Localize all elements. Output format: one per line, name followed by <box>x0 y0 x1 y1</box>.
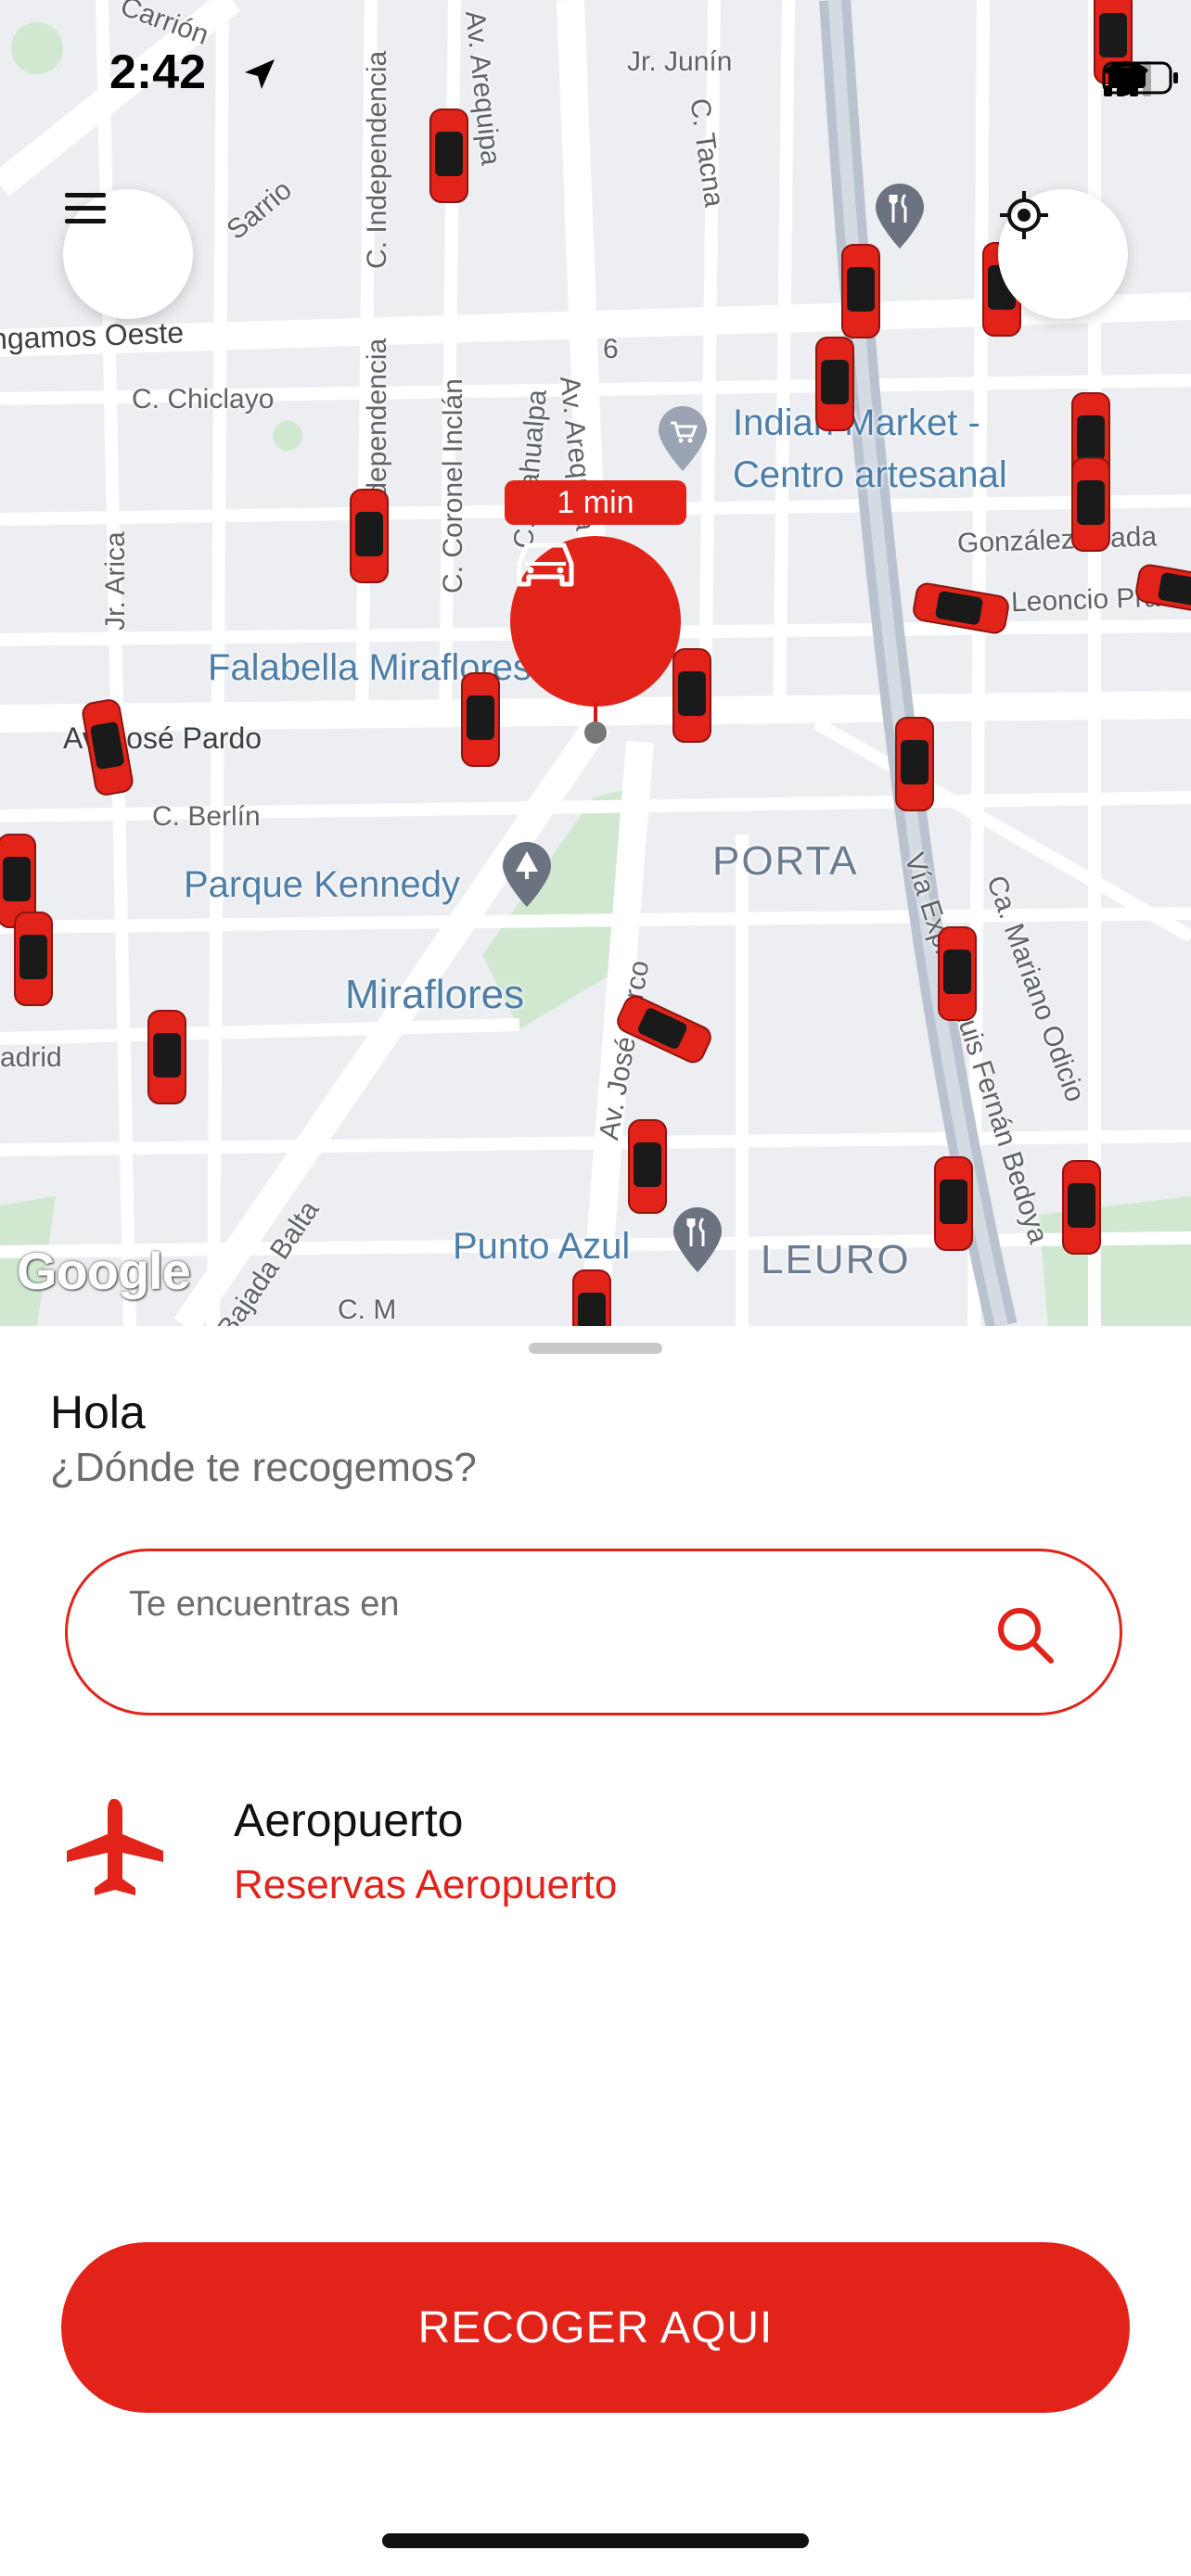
airport-option-subtitle[interactable]: Reservas Aeropuerto <box>234 1862 617 1908</box>
pickup-pin[interactable] <box>510 536 681 707</box>
car-marker <box>938 926 977 1021</box>
bottom-sheet: Hola ¿Dónde te recogemos? Te encuentras … <box>0 1326 1191 2576</box>
greeting: Hola <box>50 1386 146 1438</box>
car-marker <box>934 1156 973 1251</box>
my-location-icon <box>1000 191 1048 239</box>
car-marker <box>1071 457 1110 552</box>
home-indicator <box>382 2533 809 2548</box>
battery-icon <box>1102 61 1178 95</box>
search-icon[interactable] <box>992 1601 1058 1668</box>
car-marker <box>82 699 134 796</box>
car-marker <box>617 995 711 1064</box>
pin-location-dot <box>584 721 607 744</box>
airport-option-title[interactable]: Aeropuerto <box>234 1793 463 1847</box>
my-location-button[interactable] <box>998 189 1128 319</box>
menu-icon <box>65 193 106 223</box>
car-icon <box>517 542 574 587</box>
sheet-drag-handle[interactable] <box>529 1343 662 1354</box>
car-marker <box>841 244 880 338</box>
search-field-label: Te encuentras en <box>129 1585 400 1624</box>
car-marker <box>461 672 500 767</box>
google-attribution: Google <box>17 1242 191 1300</box>
car-marker <box>672 648 711 743</box>
pickup-search-field[interactable]: Te encuentras en <box>65 1549 1122 1715</box>
car-marker <box>1135 564 1191 616</box>
menu-button[interactable] <box>63 189 193 319</box>
car-marker <box>350 489 389 583</box>
car-marker <box>429 108 468 203</box>
car-marker <box>913 582 1009 634</box>
car-marker <box>14 912 53 1006</box>
car-marker <box>815 337 854 431</box>
car-marker <box>1062 1160 1101 1255</box>
car-marker <box>895 717 934 811</box>
location-arrow-icon <box>245 59 275 89</box>
eta-badge: 1 min <box>505 480 686 525</box>
car-marker <box>628 1119 667 1214</box>
pickup-question: ¿Dónde te recogemos? <box>50 1445 477 1490</box>
pickup-here-button[interactable]: RECOGER AQUI <box>61 2242 1130 2413</box>
airplane-icon <box>67 1799 163 1895</box>
car-marker <box>572 1269 611 1326</box>
car-marker <box>147 1010 186 1104</box>
status-time: 2:42 <box>109 45 207 99</box>
map-view[interactable]: Carrión C. Independencia Av. Arequipa Jr… <box>0 0 1191 1326</box>
